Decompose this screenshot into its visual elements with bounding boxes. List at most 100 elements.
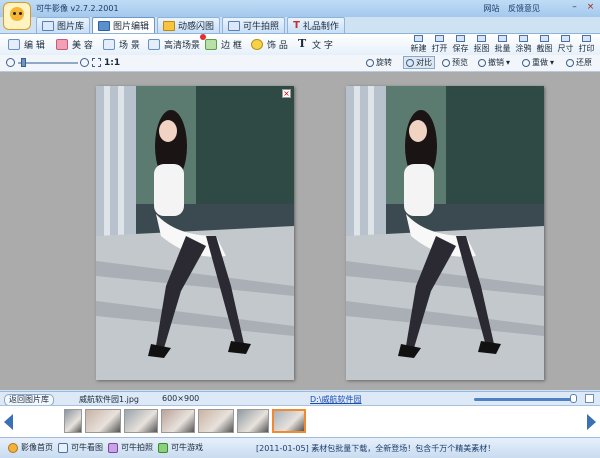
resize-icon — [561, 35, 570, 42]
frame-icon — [205, 39, 217, 50]
rtool-label: 新建 — [410, 44, 427, 53]
gallery-icon — [42, 20, 54, 31]
file-name: 威航软件园1.jpg — [79, 395, 140, 404]
ctl-label: 重做 — [532, 58, 548, 67]
new-icon — [414, 35, 423, 42]
rotate-icon — [366, 58, 374, 67]
compare-button[interactable]: 对比 — [403, 56, 435, 69]
scene-icon — [103, 39, 115, 50]
tab-label: 动感闪图 — [178, 22, 215, 32]
restore-button[interactable]: 还原 — [566, 57, 592, 68]
fit-window-icon[interactable] — [92, 58, 101, 67]
tool-label: 编 辑 — [24, 41, 45, 51]
tool-beauty[interactable]: 美 容 — [56, 38, 93, 51]
tab-flash[interactable]: 动感闪图 — [157, 17, 221, 33]
rotate-button[interactable]: 旋转 — [366, 57, 392, 68]
tab-label: 图片编辑 — [113, 22, 150, 32]
tab-label: 礼品制作 — [302, 22, 339, 32]
folder-icon — [435, 35, 444, 42]
scroll-right-icon[interactable] — [587, 414, 596, 430]
minimize-button[interactable]: – — [568, 2, 581, 14]
cutout-icon — [477, 35, 486, 42]
photo-image — [96, 86, 294, 380]
tool-edit[interactable]: 编 辑 — [8, 38, 45, 51]
game-link[interactable]: 可牛游戏 — [158, 442, 203, 453]
tool-scene[interactable]: 场 景 — [103, 38, 140, 51]
doodle-button[interactable]: 涂鸦 — [513, 34, 534, 54]
cutout-button[interactable]: 抠图 — [471, 34, 492, 54]
tab-gallery[interactable]: 图片库 — [36, 17, 91, 33]
news-ticker[interactable]: [2011-01-05] 素材包批量下载，全新登场！包含千万个精美素材！ — [256, 443, 495, 454]
ornament-icon — [251, 39, 263, 50]
ctl-label: 对比 — [416, 58, 432, 67]
zoom-slider[interactable] — [18, 58, 78, 67]
rtool-label: 批量 — [494, 44, 511, 53]
collapse-icon[interactable] — [585, 394, 594, 403]
image-info-bar: 返回图片库 威航软件园1.jpg 600×900 D:\威航软件园 — [0, 391, 600, 406]
new-button[interactable]: 新建 — [408, 34, 429, 54]
website-link[interactable]: 网站 — [483, 4, 499, 13]
tool-label: 场 景 — [119, 41, 140, 51]
home-link[interactable]: 影像首页 — [8, 442, 53, 453]
status-link-label: 影像首页 — [21, 443, 53, 452]
tab-gift[interactable]: T 礼品制作 — [287, 17, 345, 33]
tool-label: 饰 品 — [267, 41, 288, 51]
volume-slider-knob[interactable] — [570, 394, 577, 403]
folder-path-link[interactable]: D:\威航软件园 — [310, 394, 362, 405]
open-button[interactable]: 打开 — [429, 34, 450, 54]
preview-icon — [442, 58, 450, 67]
viewer-link[interactable]: 可牛看图 — [58, 442, 103, 453]
beauty-icon — [56, 39, 68, 50]
tool-frame[interactable]: 边 框 — [205, 38, 242, 51]
thumbnail-item[interactable] — [272, 409, 306, 433]
feedback-link[interactable]: 反馈意见 — [508, 4, 540, 13]
redo-button[interactable]: 重做 ▾ — [522, 57, 554, 68]
ctl-label: 还原 — [576, 58, 592, 67]
zoom-out-icon[interactable] — [6, 58, 15, 67]
chevron-down-icon[interactable]: ▾ — [506, 58, 510, 67]
rtool-label: 抠图 — [473, 44, 490, 53]
header-links: 网站 反馈意见 — [477, 3, 540, 14]
screenshot-button[interactable]: 截图 — [534, 34, 555, 54]
canvas-area: × — [0, 72, 600, 390]
zoom-slider-knob[interactable] — [21, 58, 26, 67]
tool-label: 文 字 — [312, 41, 333, 51]
tool-ornament[interactable]: 饰 品 — [251, 38, 288, 51]
home-icon — [8, 442, 18, 453]
rtool-label: 打印 — [578, 44, 595, 53]
tab-image-edit[interactable]: 图片编辑 — [92, 17, 156, 33]
doodle-icon — [519, 35, 528, 42]
window-controls: – × — [568, 2, 597, 14]
resize-button[interactable]: 尺寸 — [555, 34, 576, 54]
tool-hd-scene[interactable]: 高清场景 — [148, 34, 207, 51]
thumbnail-item[interactable] — [124, 409, 158, 433]
thumbnail-item[interactable] — [64, 409, 82, 433]
batch-button[interactable]: 批量 — [492, 34, 513, 54]
close-button[interactable]: × — [584, 2, 597, 14]
undo-button[interactable]: 撤销 ▾ — [478, 57, 510, 68]
camera-icon — [108, 442, 118, 453]
save-button[interactable]: 保存 — [450, 34, 471, 54]
thumbnail-item[interactable] — [237, 409, 269, 433]
rtool-label: 保存 — [452, 44, 469, 53]
rtool-label: 截图 — [536, 44, 553, 53]
volume-slider[interactable] — [474, 398, 574, 401]
preview-button[interactable]: 预览 — [442, 57, 468, 68]
close-icon[interactable]: × — [282, 89, 291, 98]
camera-link[interactable]: 可牛拍照 — [108, 442, 153, 453]
tab-camera[interactable]: 可牛拍照 — [222, 17, 286, 33]
thumbnail-item[interactable] — [85, 409, 121, 433]
camera-icon — [228, 20, 241, 31]
print-button[interactable]: 打印 — [576, 34, 597, 54]
game-icon — [158, 442, 168, 453]
actual-size-button[interactable]: 1:1 — [104, 58, 120, 68]
thumbnail-item[interactable] — [198, 409, 234, 433]
status-link-label: 可牛拍照 — [121, 443, 153, 452]
chevron-down-icon[interactable]: ▾ — [550, 58, 554, 67]
original-photo[interactable]: × — [96, 86, 294, 380]
tool-text[interactable]: T文 字 — [298, 38, 333, 51]
thumbnail-item[interactable] — [161, 409, 195, 433]
scroll-left-icon[interactable] — [4, 414, 13, 430]
zoom-in-icon[interactable] — [80, 58, 89, 67]
edited-photo[interactable] — [346, 86, 544, 380]
